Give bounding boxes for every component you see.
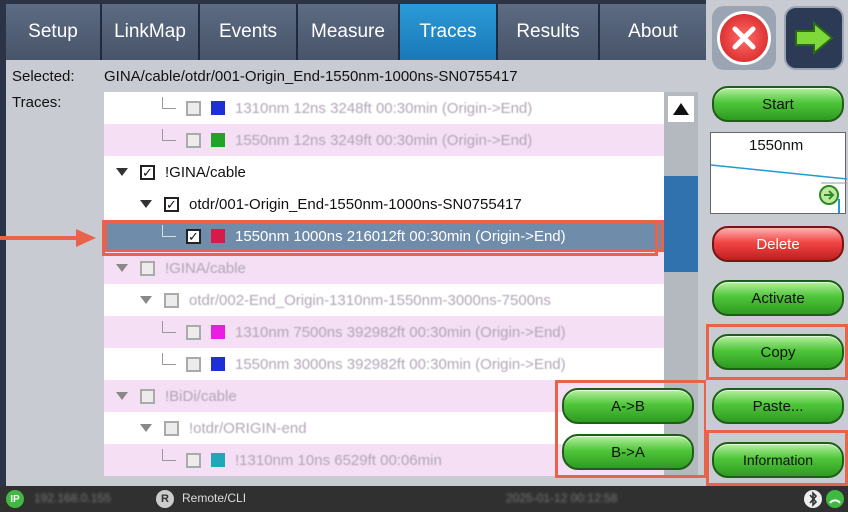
tree-connector <box>162 449 176 461</box>
trace-preview-plot <box>711 164 847 213</box>
trace-preview[interactable]: 1550nm <box>710 132 847 214</box>
tree-row[interactable]: 1550nm 12ns 3249ft 00:30min (Origin->End… <box>104 124 664 156</box>
trace-label: 1550nm 3000ns 392982ft 00:30min (Origin-… <box>235 355 566 373</box>
trace-checkbox[interactable] <box>186 324 201 340</box>
file-label: !otdr/ORIGIN-end <box>189 419 307 437</box>
bluetooth-icon <box>804 490 822 508</box>
expand-arrow-icon[interactable] <box>116 168 128 176</box>
b-to-a-button[interactable]: B->A <box>562 434 694 470</box>
file-checkbox[interactable] <box>164 292 179 308</box>
tab-linkmap[interactable]: LinkMap <box>102 4 200 60</box>
expand-arrow-icon[interactable] <box>116 392 128 400</box>
trace-label: 1310nm 12ns 3248ft 00:30min (Origin->End… <box>235 99 533 117</box>
trace-label: 1550nm 12ns 3249ft 00:30min (Origin->End… <box>235 131 533 149</box>
folder-checkbox[interactable]: ✓ <box>140 164 155 180</box>
folder-checkbox[interactable] <box>140 260 155 276</box>
trace-color-swatch <box>211 357 225 371</box>
tab-setup[interactable]: Setup <box>6 4 102 60</box>
tree-row[interactable]: otdr/002-End_Origin-1310nm-1550nm-3000ns… <box>104 284 664 316</box>
trace-checkbox[interactable] <box>186 452 201 468</box>
file-label: otdr/001-Origin_End-1550nm-1000ns-SN0755… <box>189 195 522 213</box>
trace-color-swatch <box>211 453 225 467</box>
tree-row[interactable]: 1310nm 7500ns 392982ft 00:30min (Origin-… <box>104 316 664 348</box>
expand-arrow-icon[interactable] <box>140 296 152 304</box>
selected-label: Selected: <box>12 68 75 85</box>
tree-connector <box>162 321 176 333</box>
trace-label: 1550nm 1000ns 216012ft 00:30min (Origin-… <box>235 227 566 245</box>
tree-row[interactable]: !GINA/cable <box>104 252 664 284</box>
tab-measure[interactable]: Measure <box>298 4 400 60</box>
scroll-up-button[interactable] <box>668 96 694 122</box>
selected-tree-row[interactable]: ✓ 1550nm 1000ns 216012ft 00:30min (Origi… <box>104 220 664 252</box>
activate-button[interactable]: Activate <box>712 280 844 316</box>
expand-arrow-icon[interactable] <box>140 200 152 208</box>
trace-checkbox[interactable] <box>186 356 201 372</box>
trace-checkbox[interactable]: ✓ <box>186 228 201 244</box>
folder-checkbox[interactable] <box>140 388 155 404</box>
a-to-b-button[interactable]: A->B <box>562 388 694 424</box>
tree-row[interactable]: ✓ otdr/001-Origin_End-1550nm-1000ns-SN07… <box>104 188 664 220</box>
trace-color-swatch <box>211 325 225 339</box>
next-button[interactable] <box>784 6 844 70</box>
callout-arrow-icon <box>0 229 96 247</box>
file-checkbox[interactable] <box>164 420 179 436</box>
right-toolbar: Start 1550nm Delete Activate Copy Paste.… <box>706 0 848 486</box>
tab-results[interactable]: Results <box>498 4 600 60</box>
tab-traces[interactable]: Traces <box>400 4 498 60</box>
tree-row[interactable]: ✓ !GINA/cable <box>104 156 664 188</box>
tab-events[interactable]: Events <box>200 4 298 60</box>
triangle-up-icon <box>673 103 689 115</box>
date-time: 2025-01-12 00:12:58 <box>506 491 618 505</box>
folder-label: !BiDi/cable <box>165 387 237 405</box>
start-button[interactable]: Start <box>712 86 844 122</box>
information-button[interactable]: Information <box>712 442 844 478</box>
status-bar: IP 192.168.0.155 R Remote/CLI 2025-01-12… <box>0 486 848 512</box>
file-checkbox[interactable]: ✓ <box>164 196 179 212</box>
tree-connector <box>162 353 176 365</box>
trace-checkbox[interactable] <box>186 132 201 148</box>
expand-arrow-icon[interactable] <box>116 264 128 272</box>
close-button[interactable] <box>712 6 776 70</box>
tree-connector <box>162 225 176 237</box>
tree-connector <box>162 129 176 141</box>
traces-label: Traces: <box>12 94 62 111</box>
ip-address: 192.168.0.155 <box>34 491 111 505</box>
file-label: otdr/002-End_Origin-1310nm-1550nm-3000ns… <box>189 291 551 309</box>
tree-row[interactable]: 1550nm 3000ns 392982ft 00:30min (Origin-… <box>104 348 664 380</box>
tree-row[interactable]: 1310nm 12ns 3248ft 00:30min (Origin->End… <box>104 92 664 124</box>
trace-label: !1310nm 10ns 6529ft 00:06min <box>235 451 442 469</box>
delete-button[interactable]: Delete <box>712 226 844 262</box>
trace-color-swatch <box>211 229 225 243</box>
trace-color-swatch <box>211 133 225 147</box>
folder-label: !GINA/cable <box>165 259 246 277</box>
ip-badge: IP <box>6 490 24 508</box>
tab-bar: Setup LinkMap Events Measure Traces Resu… <box>6 4 706 60</box>
tab-about[interactable]: About <box>600 4 706 60</box>
arrow-right-icon <box>795 21 834 55</box>
scroll-thumb[interactable] <box>664 176 698 272</box>
tree-connector <box>162 97 176 109</box>
selected-trace-path: GINA/cable/otdr/001-Origin_End-1550nm-10… <box>104 68 518 85</box>
expand-arrow-icon[interactable] <box>140 424 152 432</box>
trace-checkbox[interactable] <box>186 100 201 116</box>
remote-badge: R <box>156 490 174 508</box>
network-icon <box>826 490 844 508</box>
folder-label: !GINA/cable <box>165 163 246 181</box>
trace-label: 1310nm 7500ns 392982ft 00:30min (Origin-… <box>235 323 566 341</box>
close-icon <box>717 11 771 65</box>
copy-button[interactable]: Copy <box>712 334 844 370</box>
remote-status: Remote/CLI <box>182 491 247 505</box>
trace-color-swatch <box>211 101 225 115</box>
paste-button[interactable]: Paste... <box>712 388 844 424</box>
